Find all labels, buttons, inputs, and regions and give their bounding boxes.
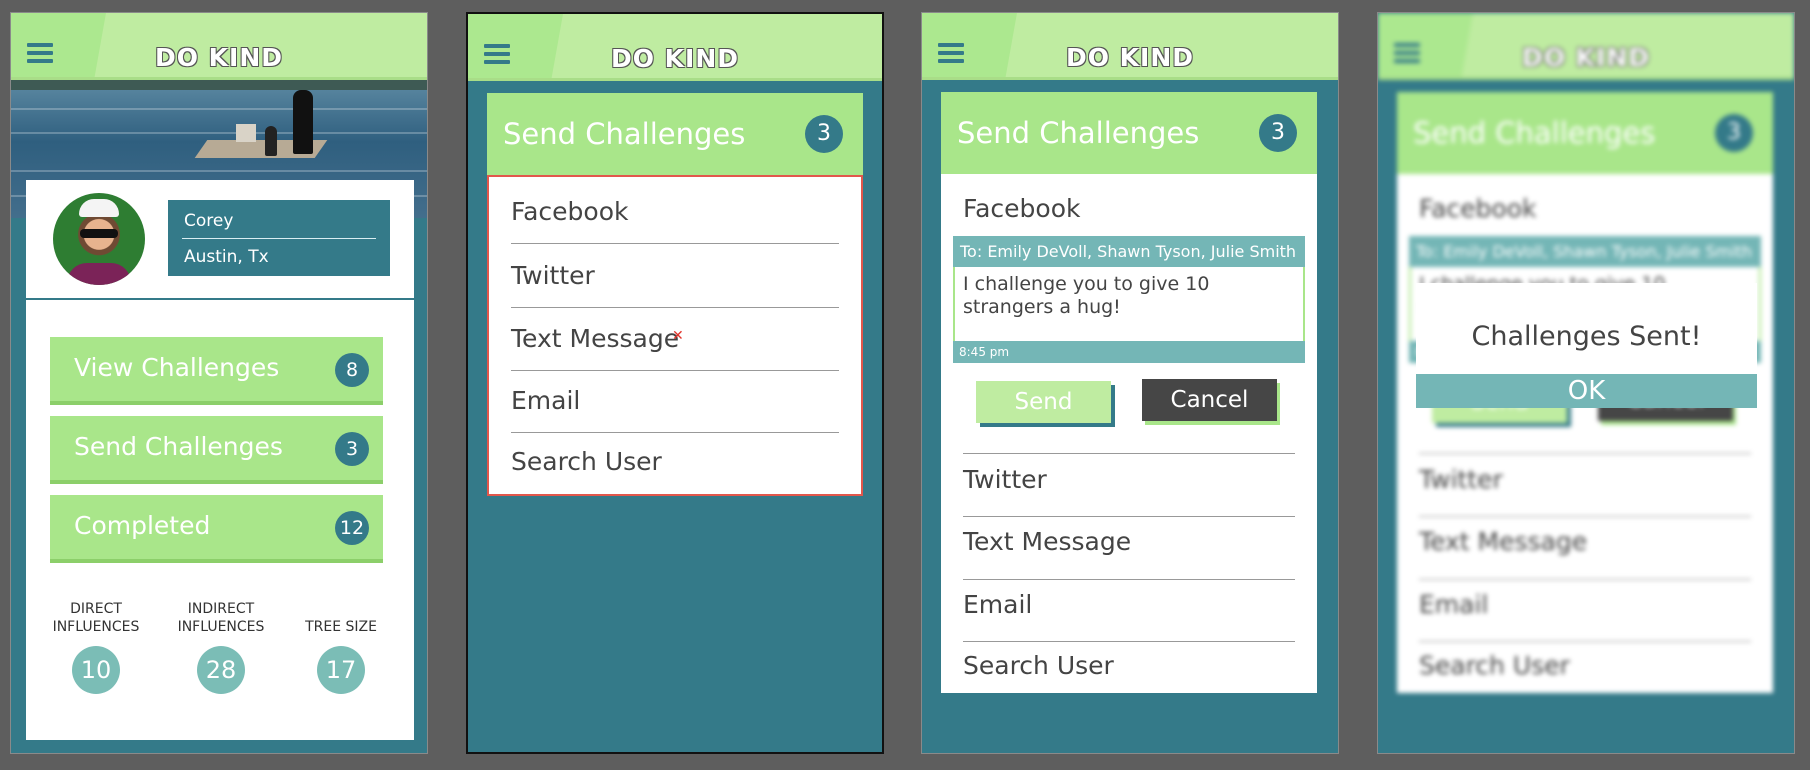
dialog-message: Challenges Sent!: [1471, 321, 1702, 352]
option-facebook[interactable]: Facebook: [963, 194, 1295, 223]
share-options-list: Facebook To: Emily DeVoll, Shawn Tyson, …: [941, 174, 1317, 693]
recipients-field[interactable]: To: Emily DeVoll, Shawn Tyson, Julie Smi…: [953, 236, 1305, 267]
stat-label: DIRECT INFLUENCES: [52, 601, 140, 635]
count-badge: 12: [335, 511, 369, 545]
top-bar: DO KIND: [1378, 13, 1794, 80]
count-badge: 3: [335, 432, 369, 466]
send-challenges-header: Send Challenges 3: [1397, 92, 1773, 174]
challenges-sent-screen: DO KIND Send Challenges 3 Facebook To: E…: [1377, 12, 1795, 754]
send-challenges-screen: DO KIND Send Challenges 3 Facebook Twitt…: [466, 12, 884, 754]
confirmation-dialog: Challenges Sent! OK: [1416, 283, 1757, 408]
completed-button[interactable]: Completed 12: [50, 495, 383, 563]
share-options-list: Facebook Twitter Text Message ✕ Email Se…: [487, 175, 863, 496]
stat-direct-influences: DIRECT INFLUENCES 10: [41, 598, 151, 694]
stat-value: 17: [317, 646, 365, 694]
count-badge: 3: [1715, 114, 1753, 152]
button-label: Send Challenges: [74, 432, 283, 461]
user-name: Corey: [184, 211, 234, 231]
ok-button[interactable]: OK: [1416, 374, 1757, 408]
stat-value: 28: [197, 646, 245, 694]
count-badge: 3: [805, 115, 843, 153]
count-badge: 3: [1259, 114, 1297, 152]
stat-indirect-influences: INDIRECT INFLUENCES 28: [166, 598, 276, 694]
send-challenges-button[interactable]: Send Challenges 3: [50, 416, 383, 484]
share-options-list: Facebook To: Emily DeVoll, Shawn Tyson, …: [1397, 174, 1773, 693]
section-title: Send Challenges: [503, 117, 746, 151]
count-badge: 8: [335, 353, 369, 387]
user-info: Corey Austin, Tx: [168, 200, 390, 276]
section-title: Send Challenges: [957, 116, 1200, 150]
profile-card: Corey Austin, Tx View Challenges 8 Send …: [26, 180, 414, 740]
avatar[interactable]: [53, 193, 145, 285]
option-email: Email: [1419, 590, 1489, 619]
compose-challenge-screen: DO KIND Send Challenges 3 Facebook To: E…: [921, 12, 1339, 754]
option-facebook: Facebook: [1419, 194, 1537, 223]
recipients-field: To: Emily DeVoll, Shawn Tyson, Julie Smi…: [1409, 236, 1761, 267]
option-facebook[interactable]: Facebook: [511, 197, 839, 226]
send-challenges-header: Send Challenges 3: [941, 92, 1317, 174]
app-logo: DO KIND: [610, 44, 740, 73]
button-label: Completed: [74, 511, 211, 540]
option-twitter: Twitter: [1419, 465, 1503, 494]
stat-value: 10: [72, 646, 120, 694]
option-twitter[interactable]: Twitter: [511, 261, 839, 290]
app-logo: DO KIND: [1521, 43, 1651, 72]
option-twitter[interactable]: Twitter: [963, 465, 1295, 494]
option-email[interactable]: Email: [511, 386, 839, 415]
option-search-user[interactable]: Search User: [963, 651, 1295, 680]
profile-screen: DO KIND Corey Austin, Tx View Challenges…: [10, 12, 428, 754]
option-email[interactable]: Email: [963, 590, 1295, 619]
user-location: Austin, Tx: [184, 247, 269, 267]
send-challenges-header: Send Challenges 3: [487, 93, 863, 175]
option-text-message[interactable]: Text Message: [963, 527, 1295, 556]
button-label: View Challenges: [74, 353, 280, 382]
stat-label: TREE SIZE: [305, 619, 377, 635]
message-timestamp: 8:45 pm: [953, 341, 1305, 363]
app-logo: DO KIND: [1065, 43, 1195, 72]
option-text-message: Text Message: [1419, 527, 1588, 556]
option-search-user: Search User: [1419, 651, 1570, 680]
cancel-button[interactable]: Cancel: [1142, 379, 1277, 421]
option-search-user[interactable]: Search User: [511, 447, 839, 476]
message-textarea[interactable]: I challenge you to give 10 strangers a h…: [953, 267, 1305, 341]
view-challenges-button[interactable]: View Challenges 8: [50, 337, 383, 405]
cursor-marker-icon: ✕: [672, 328, 684, 344]
app-logo: DO KIND: [154, 43, 284, 72]
top-bar: DO KIND: [922, 13, 1338, 80]
stat-tree-size: TREE SIZE 17: [286, 598, 396, 694]
stat-label: INDIRECT INFLUENCES: [177, 601, 265, 635]
send-button[interactable]: Send: [976, 381, 1111, 423]
section-title: Send Challenges: [1413, 116, 1656, 150]
top-bar: DO KIND: [468, 14, 882, 81]
top-bar: DO KIND: [11, 13, 427, 80]
divider: [26, 298, 414, 300]
